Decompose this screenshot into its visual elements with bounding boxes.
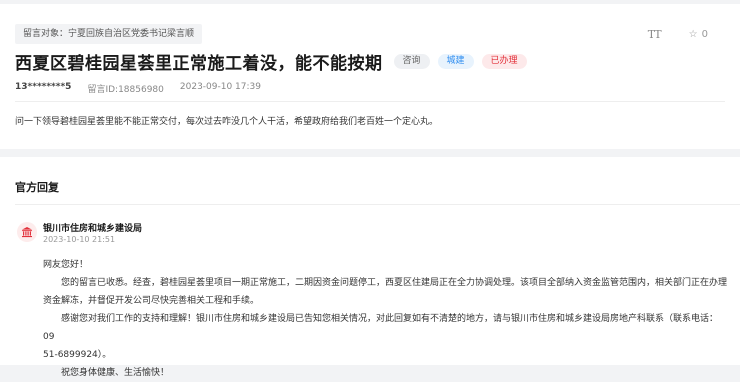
star-icon: ☆ xyxy=(688,29,698,40)
reply-datetime: 2023-10-10 21:51 xyxy=(43,235,116,244)
reply-closing: 祝您身体健康、生活愉快！ xyxy=(61,368,170,378)
reply-body: 网友您好！ 您的留言已收悉。经查，碧桂园星荟里项目一期正常施工，二期因资金问题停… xyxy=(43,256,729,382)
reply-paragraph-line: 资金解冻，并督促开发公司尽快完善相关工程和手续。 xyxy=(43,296,260,306)
reply-section-title: 官方回复 xyxy=(15,181,59,194)
message-meta: 13********5 留言ID:18856980 2023-09-10 17:… xyxy=(15,82,261,95)
favorite-count: 0 xyxy=(701,29,708,40)
favorite-button[interactable]: ☆ 0 xyxy=(689,29,708,40)
reply-card: 官方回复 银川市住房和城乡建设局 2023-10-10 21:51 网友您好！ … xyxy=(0,157,740,378)
recipient-label: 留言对象：宁夏回族自治区党委书记梁言顺 xyxy=(15,24,203,44)
divider xyxy=(15,204,740,205)
message-title: 西夏区碧桂园星荟里正常施工着没，能不能按期 xyxy=(15,54,383,74)
divider xyxy=(15,101,725,102)
message-id: 留言ID:18856980 xyxy=(87,85,164,95)
font-size-icon: TT xyxy=(647,28,662,41)
reply-paragraph-line: 感谢您对我们工作的支持和理解！银川市住房和城乡建设局已告知您相关情况，对此回复如… xyxy=(43,314,719,342)
toolbar: TT ☆ 0 xyxy=(648,28,708,41)
title-row: 西夏区碧桂园星荟里正常施工着没，能不能按期 咨询 城建 已办理 xyxy=(15,49,527,74)
message-content: 问一下领导碧桂园星荟里能不能正常交付，每次过去咋没几个人干活，希望政府给我们老百… xyxy=(15,117,439,127)
message-card: 留言对象：宁夏回族自治区党委书记梁言顺 TT ☆ 0 西夏区碧桂园星荟里正常施工… xyxy=(0,4,740,149)
status-badge: 已办理 xyxy=(481,54,527,69)
tag-category[interactable]: 咨询 xyxy=(393,54,430,69)
government-building-icon xyxy=(17,222,37,242)
message-datetime: 2023-09-10 17:39 xyxy=(179,82,261,92)
reply-paragraph-line: 51-6899924）。 xyxy=(43,350,112,360)
tag-domain[interactable]: 城建 xyxy=(437,54,474,69)
author-id: 13********5 xyxy=(15,82,72,92)
font-size-button[interactable]: TT xyxy=(647,28,662,41)
reply-paragraph-line: 您的留言已收悉。经查，碧桂园星荟里项目一期正常施工，二期因资金问题停工，西夏区住… xyxy=(61,278,728,288)
department-name: 银川市住房和城乡建设局 xyxy=(43,224,143,234)
reply-greeting: 网友您好！ xyxy=(43,260,89,270)
